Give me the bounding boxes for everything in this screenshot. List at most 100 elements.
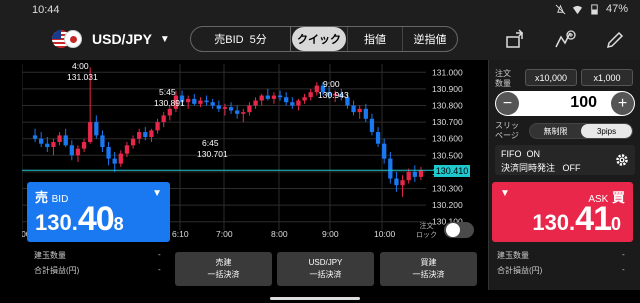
sell-position-qty-value: - (158, 250, 161, 259)
tab-limit[interactable]: 指値 (347, 27, 402, 51)
system-nav-bar (0, 290, 640, 303)
candle-body (235, 110, 240, 114)
currency-pair-selector[interactable]: USD/JPY ▼ (52, 30, 170, 48)
x-tick-label: 10:00 (374, 229, 396, 238)
slippage-3pips-option[interactable]: 3pips (581, 124, 632, 138)
close-all-pair-line1: USD/JPY (308, 258, 343, 267)
close-all-buy-button[interactable]: 買建 一括決済 (380, 252, 477, 286)
x-tick-label: 9:00 (322, 229, 339, 238)
preset-x1000-button[interactable]: x1,000 (581, 69, 633, 86)
candle-body (308, 92, 313, 98)
candle-body (210, 102, 215, 106)
candle-body (32, 135, 38, 139)
ask-price: 130.410 (532, 200, 621, 239)
buy-position-qty-label: 建玉数量 (497, 251, 529, 260)
buy-position-qty-value: - (622, 250, 625, 259)
quantity-stepper[interactable]: − 100 + (495, 91, 635, 116)
chart-side-timeframe-selector[interactable]: 売BID 5分 (191, 27, 291, 51)
annotation-time: 4:00 (72, 61, 89, 71)
candle-body (296, 100, 301, 106)
candle-body (57, 135, 62, 143)
fifo-label: FIFO (501, 149, 522, 159)
order-lock-toggle[interactable] (444, 222, 474, 238)
candle-body (81, 142, 87, 149)
candle-body (363, 108, 368, 119)
candle-body (247, 105, 252, 113)
annotation-price: 130.943 (318, 90, 349, 100)
annotation-time: 5:45 (159, 87, 176, 97)
order-lock-label-line2: ロック (416, 232, 437, 239)
close-all-buy-line1: 買建 (420, 258, 437, 267)
candle-body (94, 122, 99, 136)
annotation-price: 130.701 (197, 149, 228, 159)
timeframe-label: 5分 (249, 34, 267, 46)
candle-body (51, 142, 56, 147)
y-tick-label: 130.800 (432, 101, 463, 111)
fifo-value: ON (526, 149, 541, 159)
status-icons: 47% (555, 3, 628, 15)
simultaneous-order-row: 決済同時発注 OFF (501, 161, 581, 174)
add-indicator-icon[interactable] (554, 29, 576, 51)
x-tick-label: 7:00 (216, 229, 233, 238)
close-all-pair-button[interactable]: USD/JPY 一括決済 (277, 252, 374, 286)
close-all-sell-line1: 売建 (215, 258, 232, 267)
candle-body (88, 122, 93, 143)
bid-price-fraction: 8 (113, 214, 124, 234)
candle-body (124, 145, 130, 154)
quantity-label-line1: 注文 (495, 69, 511, 78)
candle-body (100, 135, 105, 147)
header-tools (490, 20, 640, 60)
minus-icon[interactable]: − (496, 92, 519, 115)
x-tick-label: 6:10 (172, 229, 189, 238)
rotate-screen-icon[interactable] (504, 29, 526, 51)
chevron-down-icon: ▼ (159, 33, 170, 45)
candle-body (284, 97, 289, 103)
candle-body (186, 98, 191, 103)
candle-body (118, 153, 123, 164)
candle-body (375, 132, 381, 144)
y-tick-label: 130.200 (432, 200, 463, 210)
candle-body (400, 180, 405, 186)
buy-ask-button[interactable]: ▼ ASK 買 130.410 (492, 182, 633, 242)
close-all-buy-line2: 一括決済 (412, 270, 445, 279)
preset-x10000-button[interactable]: x10,000 (525, 69, 577, 86)
candle-body (45, 143, 50, 147)
currency-flags-icon (52, 30, 86, 48)
draw-pen-icon[interactable] (604, 29, 626, 51)
candle-body (228, 107, 234, 111)
gear-icon[interactable] (615, 153, 629, 167)
plus-icon[interactable]: + (611, 92, 634, 115)
candle-body (143, 132, 148, 138)
y-tick-label: 130.300 (432, 184, 463, 194)
battery-level: 47% (605, 3, 628, 15)
close-all-sell-button[interactable]: 売建 一括決済 (175, 252, 272, 286)
candle-body (69, 145, 74, 156)
candle-body (216, 105, 221, 109)
buy-total-pl-value: - (622, 265, 625, 274)
y-tick-label: 130.700 (432, 117, 463, 127)
chevron-down-icon: ▼ (500, 188, 510, 199)
candle-body (149, 130, 154, 138)
buy-total-pl-label: 合計損益(円) (497, 266, 543, 275)
candle-body (192, 98, 197, 104)
tab-stop[interactable]: 逆指値 (402, 27, 457, 51)
quantity-value[interactable]: 100 (570, 94, 597, 112)
annotation-time: 6:45 (202, 138, 219, 148)
home-gesture-handle[interactable] (270, 297, 360, 300)
candle-body (369, 118, 375, 133)
candle-body (241, 112, 246, 114)
candle-body (130, 138, 136, 146)
sell-total-pl-value: - (158, 265, 161, 274)
order-side-label: 売BID (214, 34, 244, 46)
y-tick-label: 130.900 (432, 84, 463, 94)
annotation-time: 9:00 (323, 79, 340, 89)
fifo-row: FIFO ON (501, 149, 540, 159)
sell-bid-button[interactable]: 売 BID ▼ 130.408 (27, 182, 170, 242)
tab-quick[interactable]: クイック (292, 27, 346, 51)
sell-total-pl-label: 合計損益(円) (34, 266, 80, 275)
wifi-icon (572, 5, 583, 14)
order-type-bar: 売BID 5分 クイック 指値 逆指値 (190, 26, 458, 52)
candle-body (271, 95, 277, 99)
slippage-unlimited-option[interactable]: 無制限 (530, 124, 581, 138)
candle-body (351, 105, 356, 113)
